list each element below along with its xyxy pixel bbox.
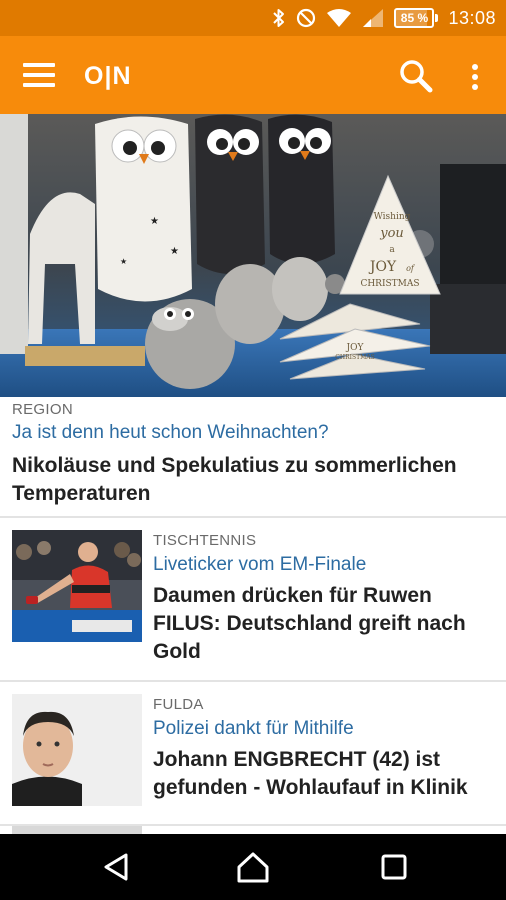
navigation-bar [0,834,506,900]
wifi-icon [326,7,352,29]
svg-text:★: ★ [120,257,127,266]
next-article-thumbnail-peek [12,826,142,834]
app-bar: O|N [0,36,506,114]
hero-text-joy: JOY [368,259,397,275]
hero-text-a: a [389,245,395,255]
article-headline: Daumen drücken für Ruwen FILUS: Deutschl… [153,584,466,663]
hero-text-wishing: Wishing [374,212,411,222]
article-category: FULDA [153,696,204,713]
bluetooth-icon [272,7,286,29]
lead-article-category: REGION [12,401,73,418]
svg-text:★: ★ [170,246,179,257]
svg-text:★: ★ [150,216,159,227]
lead-article-kicker: Ja ist denn heut schon Weihnachten? [12,422,329,443]
article-text: FULDA Polizei dankt für Mithilfe Johann … [153,696,494,802]
status-clock: 13:08 [448,7,496,28]
menu-icon[interactable] [20,59,58,91]
hero-small-joy: JOY [346,343,365,353]
list-item[interactable]: TISCHTENNIS Liveticker vom EM-Finale Dau… [0,518,506,680]
search-icon[interactable] [396,56,436,96]
more-vert-icon[interactable] [460,56,490,96]
home-icon[interactable] [233,847,273,887]
article-kicker: Polizei dankt für Mithilfe [153,718,354,739]
article-kicker: Liveticker vom EM-Finale [153,554,367,575]
hero-text-christmas: CHRISTMAS [360,279,419,289]
list-item[interactable]: FULDA Polizei dankt für Mithilfe Johann … [0,682,506,824]
article-thumbnail [12,694,142,806]
lead-article-headline: Nikoläuse und Spekulatius zu sommerliche… [12,454,457,505]
battery-percent: 85 % [400,11,429,25]
lead-article[interactable]: REGION Ja ist denn heut schon Weihnachte… [0,397,506,517]
hero-text-you: you [379,226,404,241]
article-headline: Johann ENGBRECHT (42) ist gefunden - Woh… [153,748,468,799]
article-text: TISCHTENNIS Liveticker vom EM-Finale Dau… [153,532,494,666]
back-icon[interactable] [96,847,136,887]
status-icons: 85 % 13:08 [272,0,496,36]
recents-icon[interactable] [374,847,414,887]
signal-icon [362,7,384,29]
status-bar: 85 % 13:08 [0,0,506,36]
battery-icon: 85 % [394,8,439,28]
article-thumbnail [12,530,142,642]
hero-small-christmas: CHRISTMAS [335,354,374,361]
app-logo[interactable]: O|N [84,62,132,91]
article-category: TISCHTENNIS [153,532,257,549]
do-not-disturb-icon [296,7,316,29]
lead-article-image[interactable]: ★ ★ ★ Wishing you a JOY of CHRISTMAS JOY… [0,114,506,397]
